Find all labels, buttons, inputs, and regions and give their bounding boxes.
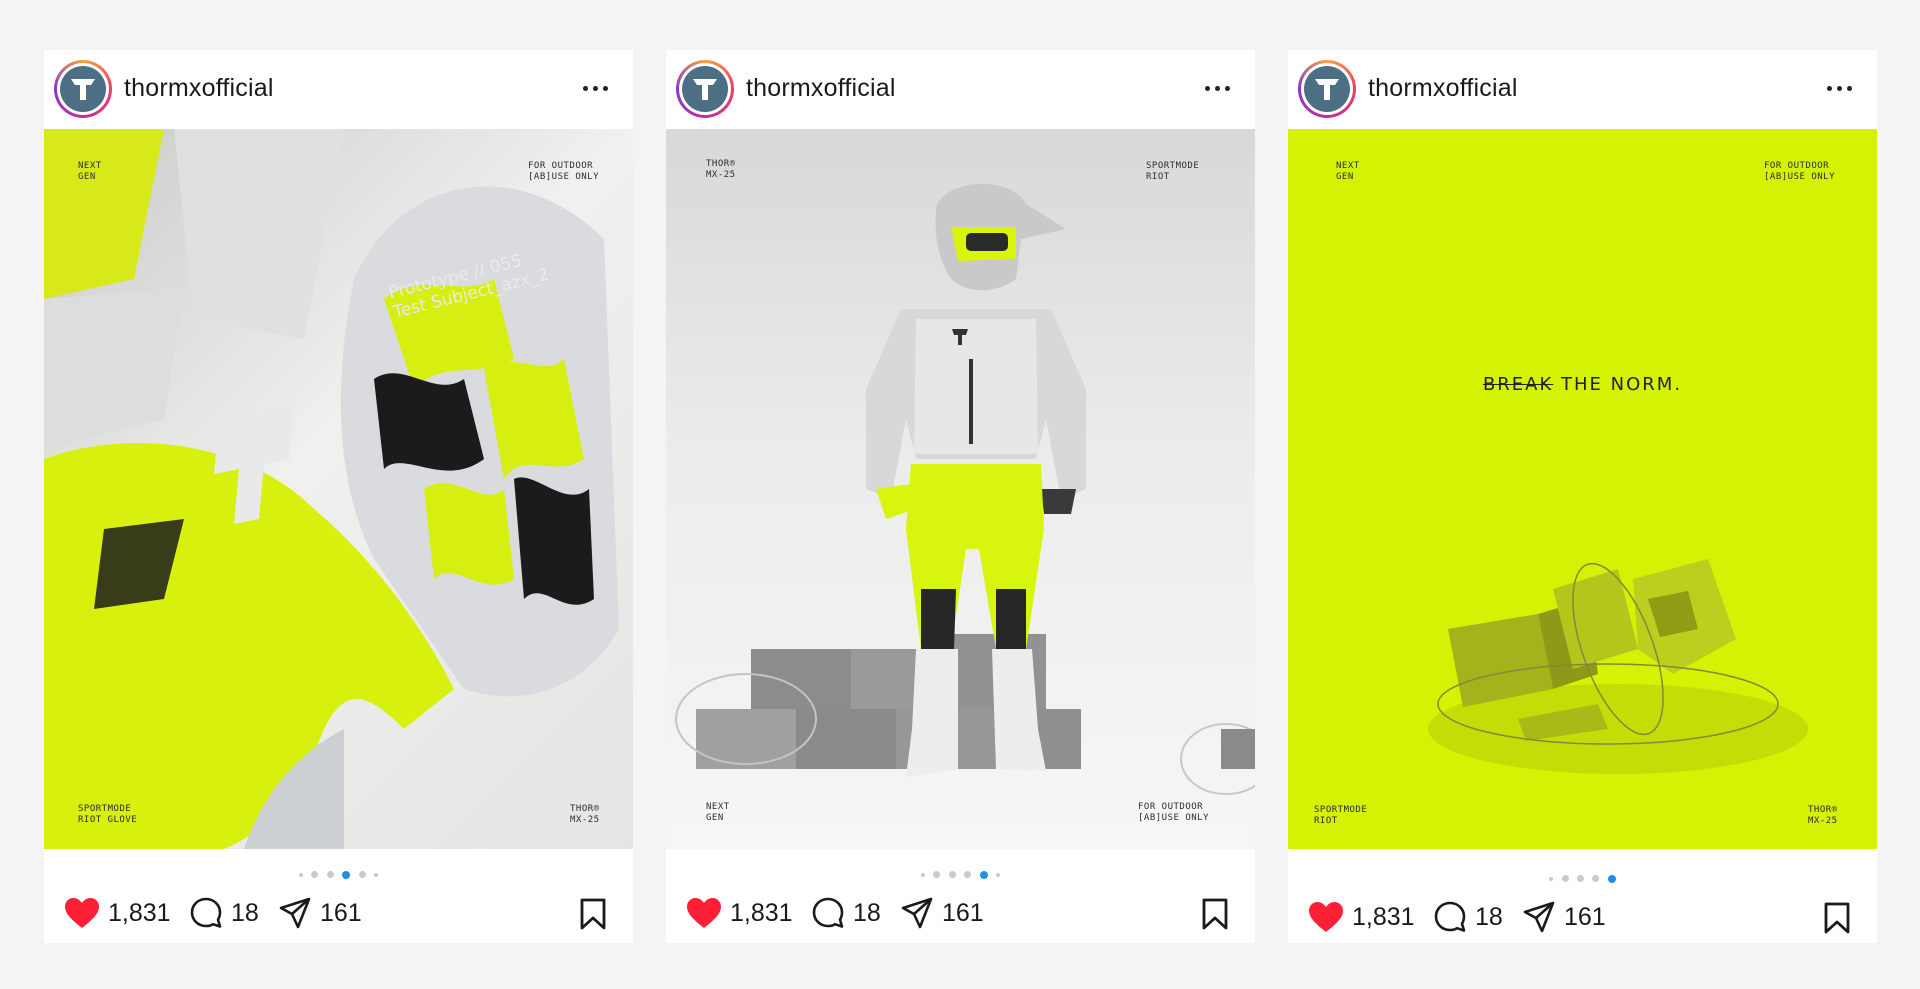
thor-logo-icon (693, 79, 717, 100)
post-card: thormxofficial BREAK THE NORM. NEXT GEN … (1288, 50, 1877, 943)
comment-icon (812, 897, 844, 928)
action-bar: 1,831 18 161 (666, 892, 1255, 934)
bookmark-icon (1824, 902, 1850, 934)
carousel-dot-active (979, 870, 988, 879)
post-card: thormxofficial THOR® MX-25 SPORTMODE RIO… (666, 50, 1255, 943)
post-header: thormxofficial (666, 50, 1255, 128)
avatar[interactable] (676, 60, 734, 118)
heart-icon (65, 898, 99, 928)
username[interactable]: thormxofficial (1368, 74, 1518, 103)
carousel-dots (666, 866, 1255, 879)
like-button[interactable]: 1,831 (686, 892, 793, 934)
carousel-dot (311, 871, 319, 879)
share-count: 161 (1564, 902, 1606, 931)
share-button[interactable]: 161 (278, 892, 362, 934)
thor-logo-icon (1315, 79, 1339, 100)
avatar[interactable] (54, 60, 112, 118)
send-icon (901, 897, 933, 929)
corner-text-bottom-right: THOR® MX-25 (570, 804, 600, 825)
send-icon (1523, 901, 1555, 933)
gloves-illustration (44, 129, 619, 849)
carousel-dot (374, 872, 379, 877)
share-button[interactable]: 161 (1522, 896, 1606, 938)
save-button[interactable] (1821, 901, 1853, 935)
carousel-dots (1288, 870, 1877, 883)
comment-icon (1434, 901, 1466, 932)
like-count: 1,831 (1352, 902, 1415, 931)
post-header: thormxofficial (1288, 50, 1877, 128)
carousel-dot (1561, 875, 1569, 883)
post-card: thormxofficial Prototype // 055 Test Sub… (44, 50, 633, 943)
like-button[interactable]: 1,831 (1308, 896, 1415, 938)
share-button[interactable]: 161 (900, 892, 984, 934)
corner-text-bottom-right: THOR® MX-25 (1808, 805, 1838, 826)
share-count: 161 (320, 898, 362, 927)
save-button[interactable] (1199, 897, 1231, 931)
corner-text-top-left: NEXT GEN (1336, 161, 1360, 182)
carousel-dot (1549, 876, 1554, 881)
save-button[interactable] (577, 897, 609, 931)
avatar[interactable] (1298, 60, 1356, 118)
username[interactable]: thormxofficial (746, 74, 896, 103)
carousel-dot-active (1607, 874, 1616, 883)
carousel-dot (1592, 875, 1600, 883)
like-count: 1,831 (108, 898, 171, 927)
action-bar: 1,831 18 161 (1288, 896, 1877, 938)
carousel-dot-active (342, 870, 351, 879)
comment-button[interactable]: 18 (811, 892, 881, 934)
more-options-button[interactable] (1205, 78, 1233, 98)
corner-text-bottom-right: FOR OUTDOOR [AB]USE ONLY (1138, 802, 1210, 823)
corner-text-bottom-left: SPORTMODE RIOT (1314, 805, 1368, 826)
share-count: 161 (942, 898, 984, 927)
carousel-dot (948, 871, 956, 879)
bookmark-icon (1202, 898, 1228, 930)
heart-icon (687, 898, 721, 928)
carousel-dot (326, 871, 334, 879)
carousel-dot (920, 872, 925, 877)
send-icon (279, 897, 311, 929)
post-image[interactable]: Prototype // 055 Test Subject_azx_2 NEXT… (44, 129, 633, 849)
comment-button[interactable]: 18 (1433, 896, 1503, 938)
thor-logo-icon (71, 79, 95, 100)
username[interactable]: thormxofficial (124, 74, 274, 103)
comment-button[interactable]: 18 (189, 892, 259, 934)
rider-illustration (675, 183, 1255, 795)
carousel-dots (44, 866, 633, 879)
like-button[interactable]: 1,831 (64, 892, 171, 934)
carousel-dot (964, 871, 972, 879)
more-options-button[interactable] (1827, 78, 1855, 98)
corner-text-top-left: THOR® MX-25 (706, 159, 736, 180)
carousel-dot (358, 871, 366, 879)
more-options-button[interactable] (583, 78, 611, 98)
broken-blocks-illustration (1428, 559, 1808, 774)
post-image[interactable]: THOR® MX-25 SPORTMODE RIOT NEXT GEN FOR … (666, 129, 1255, 849)
carousel-dot (1577, 875, 1584, 883)
like-count: 1,831 (730, 898, 793, 927)
carousel-dot (933, 871, 941, 879)
corner-text-bottom-left: NEXT GEN (706, 802, 730, 823)
comment-count: 18 (853, 898, 881, 927)
heart-icon (1309, 902, 1343, 932)
comment-count: 18 (1475, 902, 1503, 931)
corner-text-bottom-left: SPORTMODE RIOT GLOVE (78, 804, 138, 825)
post-image[interactable]: BREAK THE NORM. NEXT GEN FOR OUTDOOR [AB… (1288, 129, 1877, 849)
action-bar: 1,831 18 161 (44, 892, 633, 934)
corner-text-top-right: SPORTMODE RIOT (1146, 161, 1200, 182)
corner-text-top-right: FOR OUTDOOR [AB]USE ONLY (1764, 161, 1836, 182)
corner-text-top-right: FOR OUTDOOR [AB]USE ONLY (528, 161, 600, 182)
corner-text-top-left: NEXT GEN (78, 161, 102, 182)
carousel-dot (996, 872, 1001, 877)
carousel-dot (298, 872, 303, 877)
comment-icon (190, 897, 222, 928)
bookmark-icon (580, 898, 606, 930)
comment-count: 18 (231, 898, 259, 927)
post-header: thormxofficial (44, 50, 633, 128)
